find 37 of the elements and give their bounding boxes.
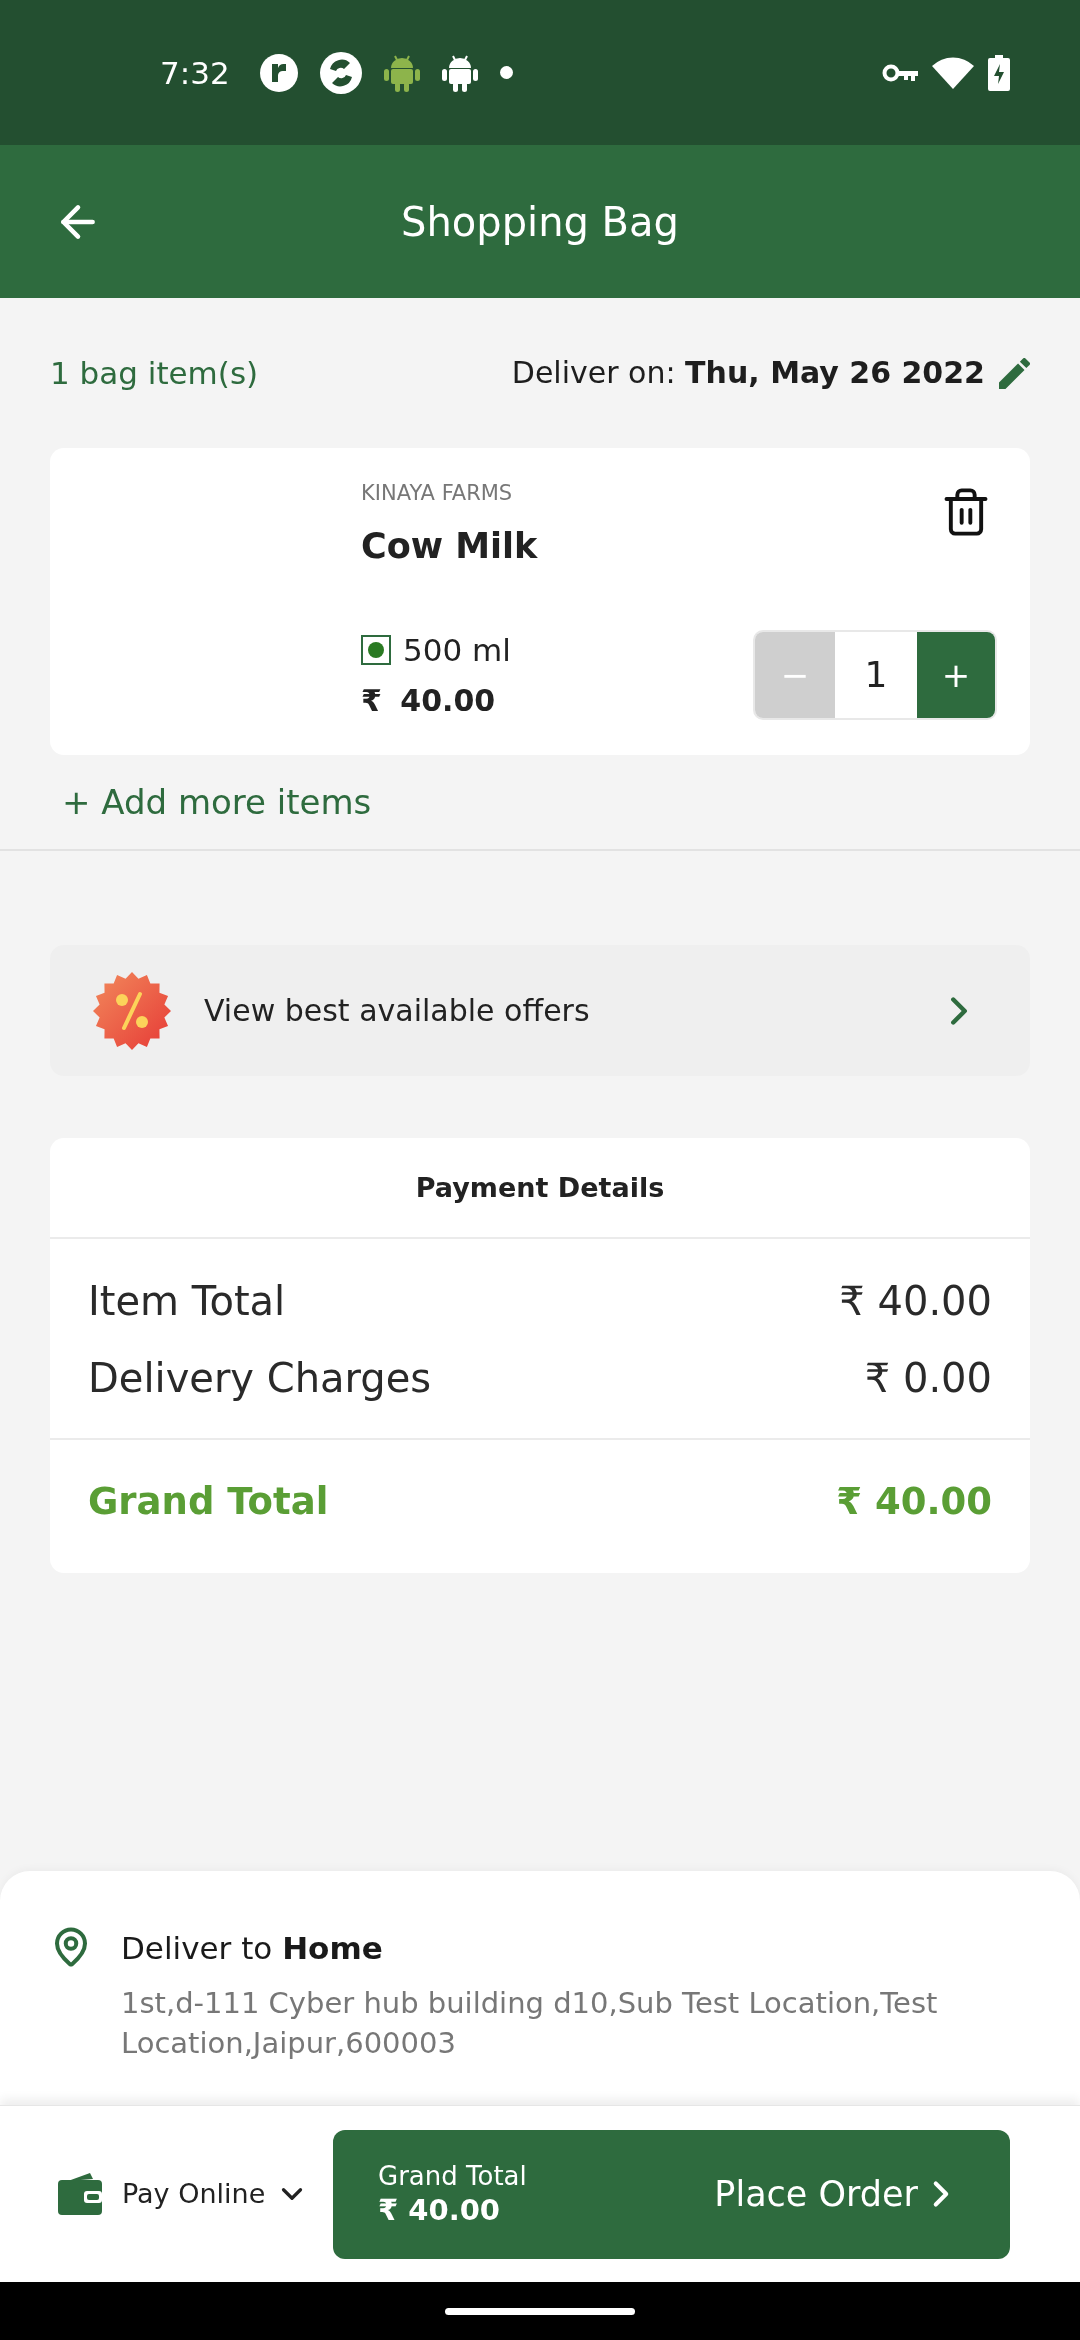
- order-total-label: Grand Total: [378, 2160, 527, 2192]
- item-price: ₹ 40.00: [361, 682, 496, 720]
- android-icon: [383, 53, 420, 92]
- brand-name: KINAYA FARMS: [361, 482, 513, 504]
- payment-method-dropdown[interactable]: Pay Online: [58, 2173, 310, 2215]
- delivery-address: 1st,d-111 Cyber hub building d10,Sub Test Location,Test Location,Jaipur,600003: [121, 1985, 939, 2062]
- deliver-to-heading: Deliver to Home: [121, 1929, 384, 1968]
- grand-total-amount: ₹ 40.00: [836, 1480, 992, 1524]
- charge-label: Item Total: [88, 1277, 286, 1326]
- android-icon: [441, 53, 478, 92]
- delivery-date: Deliver on: Thu, May 26 2022: [511, 354, 985, 392]
- app-icon: [259, 53, 298, 92]
- home-indicator[interactable]: [445, 2307, 635, 2315]
- increment-button[interactable]: +: [917, 632, 995, 718]
- clock-time: 7:32: [160, 53, 230, 93]
- charge-amount: ₹ 0.00: [864, 1354, 992, 1403]
- product-name: Cow Milk: [361, 525, 538, 568]
- dot-in-square-icon: [361, 635, 391, 665]
- bag-item-count: 1 bag item(s): [50, 354, 259, 393]
- pack-size: 500 ml: [403, 631, 511, 670]
- key-icon: [882, 62, 918, 83]
- edit-icon[interactable]: [999, 357, 1030, 389]
- wallet-icon: [58, 2173, 102, 2215]
- page-title: Shopping Bag: [401, 197, 679, 247]
- discount-badge-icon: [93, 971, 171, 1050]
- offers-button[interactable]: View best available offers: [50, 945, 1030, 1076]
- battery-icon: [988, 54, 1010, 91]
- add-more-items-link[interactable]: + Add more items: [62, 780, 372, 824]
- place-order-button[interactable]: Grand Total ₹ 40.00 Place Order: [333, 2129, 1010, 2259]
- wifi-icon: [932, 56, 974, 89]
- order-total-amount: ₹ 40.00: [378, 2192, 500, 2228]
- payment-details-title: Payment Details: [415, 1170, 665, 1205]
- charge-amount: ₹ 40.00: [839, 1277, 992, 1326]
- grand-total-label: Grand Total: [88, 1480, 329, 1524]
- charge-label: Delivery Charges: [88, 1354, 432, 1403]
- app-icon: [319, 51, 362, 94]
- dot-icon: [499, 66, 513, 79]
